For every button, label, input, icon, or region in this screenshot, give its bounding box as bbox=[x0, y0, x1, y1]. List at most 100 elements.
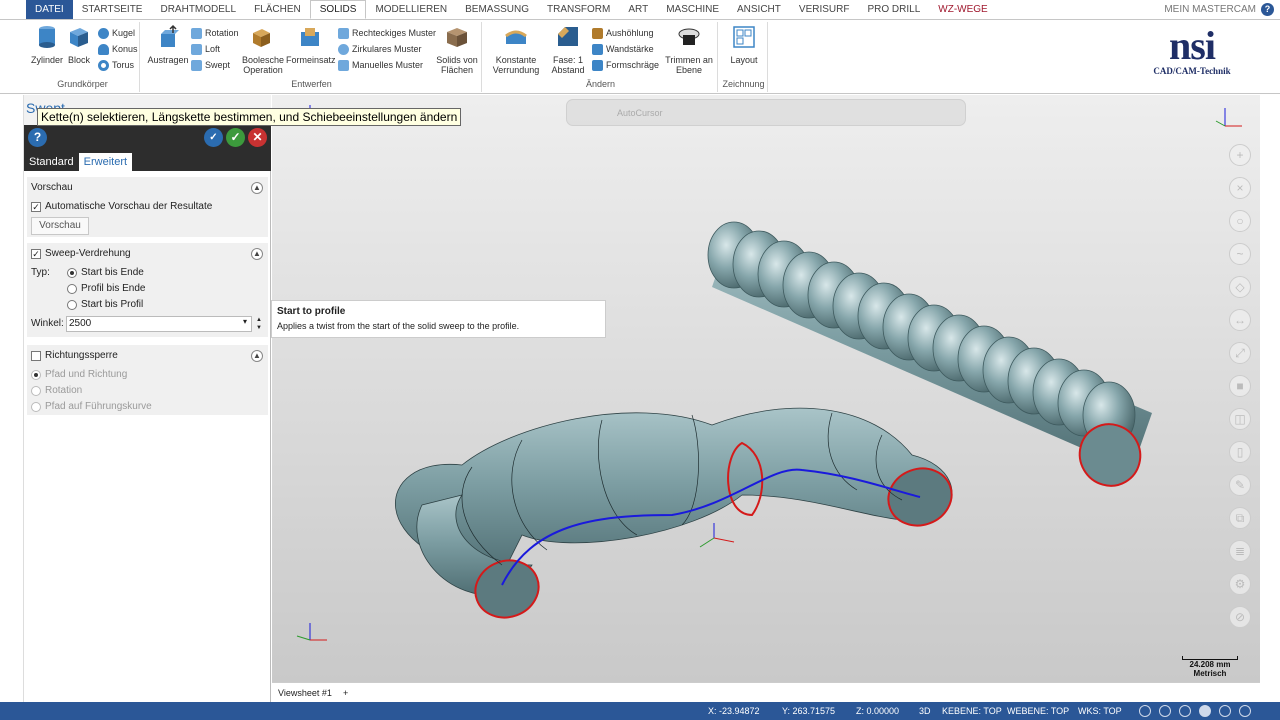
rechteckiges-muster-button[interactable]: Rechteckiges Muster bbox=[338, 26, 436, 40]
curved-sweep-solid[interactable] bbox=[394, 407, 959, 626]
radio-start-bis-profil[interactable] bbox=[67, 299, 77, 310]
ok-new-icon[interactable]: ✓ bbox=[204, 128, 223, 147]
zirkulares-muster-button[interactable]: Zirkulares Muster bbox=[338, 42, 422, 56]
outline-sphere-icon[interactable] bbox=[1219, 705, 1231, 717]
radio-profil-bis-ende[interactable] bbox=[67, 283, 77, 294]
curve-icon[interactable]: ~ bbox=[1229, 243, 1251, 265]
winkel-dropdown-icon[interactable]: ▾ bbox=[243, 317, 247, 326]
status-3d[interactable]: 3D bbox=[919, 702, 931, 720]
tab-standard[interactable]: Standard bbox=[24, 153, 79, 171]
start-bis-profil-label: Start bis Profil bbox=[81, 299, 144, 310]
dimension-icon[interactable]: ↔ bbox=[1229, 309, 1251, 331]
sweep-twist-checkbox[interactable]: ✓ bbox=[31, 249, 41, 259]
wireframe-icon[interactable]: × bbox=[1229, 177, 1251, 199]
collapse-up-icon[interactable]: ▲ bbox=[251, 350, 263, 362]
block-button[interactable]: Block bbox=[64, 24, 94, 65]
half-sphere-icon[interactable] bbox=[1239, 705, 1251, 717]
status-webene[interactable]: WEBENE: TOP bbox=[1007, 702, 1069, 720]
konus-button[interactable]: Konus bbox=[98, 42, 138, 56]
stack-icon[interactable]: ≣ bbox=[1229, 540, 1251, 562]
no-entry-icon[interactable]: ⊘ bbox=[1229, 606, 1251, 628]
trimmen-an-ebene-button[interactable]: Trimmen an Ebene bbox=[664, 24, 714, 75]
tab-flaechen[interactable]: FLÄCHEN bbox=[245, 0, 310, 19]
manuelles-muster-button[interactable]: Manuelles Muster bbox=[338, 58, 423, 72]
tab-verisurf[interactable]: VERISURF bbox=[790, 0, 859, 19]
account-link[interactable]: MEIN MASTERCAM bbox=[1164, 0, 1256, 20]
kugel-button[interactable]: Kugel bbox=[98, 26, 135, 40]
tab-transform[interactable]: TRANSFORM bbox=[538, 0, 619, 19]
tab-erweitert[interactable]: Erweitert bbox=[78, 153, 133, 171]
formeinsatz-button[interactable]: Formeinsatz bbox=[286, 24, 336, 65]
wandstaerke-button[interactable]: Wandstärke bbox=[592, 42, 654, 56]
tab-bemassung[interactable]: BEMASSUNG bbox=[456, 0, 538, 19]
transform-icon[interactable]: ⤢ bbox=[1229, 342, 1251, 364]
option-start-bis-ende[interactable]: Start bis Ende bbox=[67, 267, 144, 278]
vorschau-header[interactable]: Vorschau ▲ bbox=[27, 177, 268, 199]
tab-startseite[interactable]: STARTSEITE bbox=[73, 0, 152, 19]
tab-wz-wege[interactable]: WZ-WEGE bbox=[929, 0, 996, 19]
option-profil-bis-ende[interactable]: Profil bis Ende bbox=[67, 283, 145, 294]
status-kebene[interactable]: KEBENE: TOP bbox=[942, 702, 1002, 720]
panel-help-icon[interactable]: ? bbox=[28, 128, 47, 147]
graphics-viewport[interactable] bbox=[272, 95, 1260, 682]
zylinder-button[interactable]: Zylinder bbox=[30, 24, 64, 65]
cancel-icon[interactable]: ✕ bbox=[248, 128, 267, 147]
sweep-header[interactable]: ✓ Sweep-Verdrehung ▲ bbox=[27, 243, 268, 265]
richtung-header[interactable]: Richtungssperre ▲ bbox=[27, 345, 268, 367]
autocursor-label[interactable]: AutoCursor bbox=[617, 108, 663, 118]
richtung-checkbox[interactable] bbox=[31, 351, 41, 361]
loft-button[interactable]: Loft bbox=[191, 42, 220, 56]
option-pfad-auf-fuehrungskurve: Pfad auf Führungskurve bbox=[31, 401, 152, 412]
solid-icon[interactable]: ■ bbox=[1229, 375, 1251, 397]
winkel-spinner[interactable]: ▲ ▼ bbox=[254, 316, 264, 332]
tab-drahtmodell[interactable]: DRAHTMODELL bbox=[151, 0, 245, 19]
option-start-bis-profil[interactable]: Start bis Profil bbox=[67, 299, 143, 310]
help-icon[interactable]: ? bbox=[1261, 3, 1274, 16]
austragen-button[interactable]: Austragen bbox=[146, 24, 190, 65]
formschraege-button[interactable]: Formschräge bbox=[592, 58, 659, 72]
tab-art[interactable]: ART bbox=[619, 0, 657, 19]
collapse-up-icon[interactable]: ▲ bbox=[251, 248, 263, 260]
model-render bbox=[296, 105, 1242, 641]
ok-icon[interactable]: ✓ bbox=[226, 128, 245, 147]
tab-maschine[interactable]: MASCHINE bbox=[657, 0, 728, 19]
winkel-input[interactable]: 2500 bbox=[66, 316, 252, 332]
collapse-up-icon[interactable]: ▲ bbox=[251, 182, 263, 194]
floating-autocursor-toolbar[interactable]: AutoCursor bbox=[566, 99, 966, 126]
fase-button[interactable]: Fase: 1 Abstand bbox=[546, 24, 590, 75]
aushoehlung-button[interactable]: Aushöhlung bbox=[592, 26, 654, 40]
auto-preview-checkbox[interactable]: ✓ bbox=[31, 201, 41, 212]
swept-button[interactable]: Swept bbox=[191, 58, 230, 72]
tab-modellieren[interactable]: MODELLIEREN bbox=[366, 0, 456, 19]
layers-icon[interactable]: ◫ bbox=[1229, 408, 1251, 430]
tab-ansicht[interactable]: ANSICHT bbox=[728, 0, 790, 19]
konstante-verrundung-button[interactable]: Konstante Verrundung bbox=[488, 24, 544, 75]
cube-icon[interactable] bbox=[1179, 705, 1191, 717]
radio-start-bis-ende[interactable] bbox=[67, 267, 77, 278]
status-wks[interactable]: WKS: TOP bbox=[1078, 702, 1122, 720]
settings-icon[interactable]: ⚙ bbox=[1229, 573, 1251, 595]
edit-icon[interactable]: ✎ bbox=[1229, 474, 1251, 496]
sheet-icon[interactable]: ▯ bbox=[1229, 441, 1251, 463]
globe-alt-icon[interactable] bbox=[1159, 705, 1171, 717]
tab-solids[interactable]: SOLIDS bbox=[309, 0, 367, 19]
tab-pro-drill[interactable]: PRO DRILL bbox=[858, 0, 929, 19]
axis-triad-top-right bbox=[1215, 108, 1242, 127]
viewsheet-tab[interactable]: Viewsheet #1 bbox=[278, 683, 332, 703]
rotation-button[interactable]: Rotation bbox=[191, 26, 239, 40]
zoom-in-icon[interactable]: + bbox=[1229, 144, 1251, 166]
globe-icon[interactable] bbox=[1139, 705, 1151, 717]
tab-datei[interactable]: DATEI bbox=[26, 0, 73, 19]
boolesche-operation-button[interactable]: Boolesche Operation bbox=[240, 24, 286, 75]
solids-von-flaechen-button[interactable]: Solids von Flächen bbox=[434, 24, 480, 75]
pfad-auf-fuehrungskurve-label: Pfad auf Führungskurve bbox=[45, 401, 152, 412]
torus-button[interactable]: Torus bbox=[98, 58, 134, 72]
surface-icon[interactable]: ◇ bbox=[1229, 276, 1251, 298]
add-viewsheet-icon[interactable]: + bbox=[343, 683, 348, 703]
circle-icon[interactable]: ○ bbox=[1229, 210, 1251, 232]
layout-button[interactable]: Layout bbox=[724, 24, 764, 65]
auto-preview-option[interactable]: ✓ Automatische Vorschau der Resultate bbox=[31, 201, 212, 212]
shaded-sphere-icon[interactable] bbox=[1199, 705, 1211, 717]
vorschau-button[interactable]: Vorschau bbox=[31, 217, 89, 235]
copy-icon[interactable]: ⧉ bbox=[1229, 507, 1251, 529]
